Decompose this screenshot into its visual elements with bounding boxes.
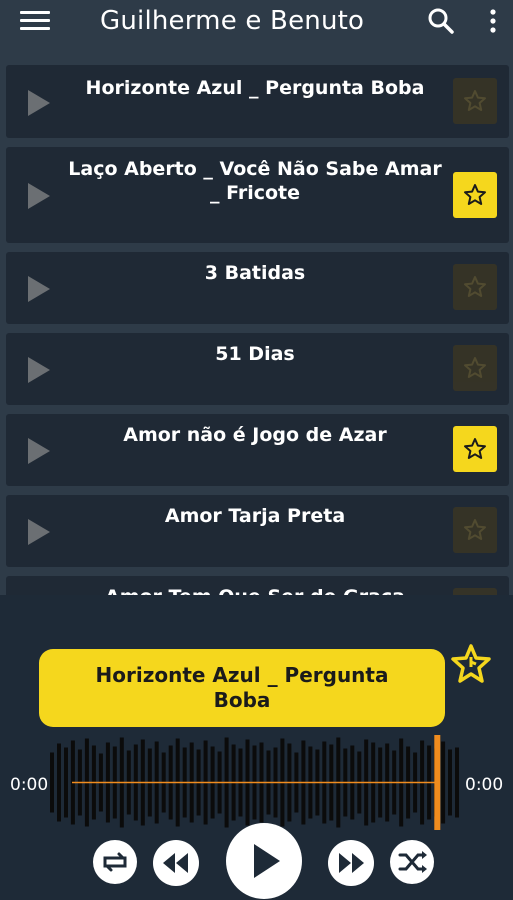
favorite-button[interactable] bbox=[453, 78, 497, 124]
waveform-bar bbox=[64, 747, 68, 818]
song-title: Amor não é Jogo de Azar bbox=[123, 424, 387, 446]
favorite-button[interactable] bbox=[453, 264, 497, 310]
list-item[interactable]: Amor Tarja Preta bbox=[6, 495, 509, 567]
play-icon[interactable] bbox=[28, 90, 50, 116]
star-icon bbox=[464, 276, 486, 297]
waveform-bar bbox=[455, 747, 459, 818]
menu-icon[interactable] bbox=[20, 11, 50, 33]
list-item[interactable]: Amor não é Jogo de Azar bbox=[6, 414, 509, 486]
list-item[interactable]: 3 Batidas bbox=[6, 252, 509, 324]
star-icon bbox=[464, 184, 486, 205]
total-time: 0:00 bbox=[465, 775, 504, 795]
favorite-button[interactable] bbox=[453, 588, 497, 595]
search-icon[interactable] bbox=[427, 7, 455, 35]
player-panel: Horizonte Azul _ Pergunta Boba 0:00 0:00 bbox=[0, 595, 513, 900]
play-icon[interactable] bbox=[28, 519, 50, 545]
waveform-seekbar[interactable] bbox=[50, 735, 462, 830]
list-item[interactable]: 51 Dias bbox=[6, 333, 509, 405]
more-vertical-icon[interactable] bbox=[484, 8, 502, 34]
playback-controls bbox=[0, 823, 513, 899]
song-title: Amor Tarja Preta bbox=[164, 505, 346, 527]
app-bar: Guilherme e Benuto bbox=[0, 0, 513, 46]
now-playing-title: Horizonte Azul _ Pergunta Boba bbox=[95, 663, 389, 712]
favorite-button[interactable] bbox=[453, 345, 497, 391]
list-item[interactable]: Laço Aberto _ Você Não Sabe Amar _ Frico… bbox=[6, 147, 509, 243]
play-icon[interactable] bbox=[28, 438, 50, 464]
fast-forward-icon[interactable] bbox=[327, 839, 375, 887]
song-title: 3 Batidas bbox=[204, 262, 306, 284]
list-item[interactable]: Horizonte Azul _ Pergunta Boba bbox=[6, 65, 509, 138]
rewind-icon[interactable] bbox=[152, 839, 200, 887]
app-title: Guilherme e Benuto bbox=[100, 6, 365, 36]
favorite-button[interactable] bbox=[453, 172, 497, 218]
favorite-button[interactable] bbox=[453, 507, 497, 553]
song-title: Amor Tem Que Ser de Graça bbox=[66, 585, 444, 595]
song-list[interactable]: Horizonte Azul _ Pergunta Boba Laço Aber… bbox=[6, 65, 509, 595]
song-title: Laço Aberto _ Você Não Sabe Amar _ Frico… bbox=[68, 158, 442, 204]
star-icon bbox=[464, 90, 486, 111]
play-icon[interactable] bbox=[225, 822, 303, 900]
waveform-bar bbox=[448, 749, 452, 816]
favorite-button[interactable] bbox=[453, 426, 497, 472]
play-icon[interactable] bbox=[28, 183, 50, 209]
play-icon[interactable] bbox=[28, 357, 50, 383]
now-playing-banner[interactable]: Horizonte Azul _ Pergunta Boba bbox=[39, 649, 445, 727]
song-title: 51 Dias bbox=[215, 343, 295, 365]
waveform-bar bbox=[50, 752, 54, 813]
elapsed-time: 0:00 bbox=[10, 775, 49, 795]
star-icon bbox=[464, 519, 486, 540]
song-title: Horizonte Azul _ Pergunta Boba bbox=[85, 77, 425, 99]
seek-handle[interactable] bbox=[434, 735, 441, 830]
star-icon bbox=[464, 438, 486, 459]
repeat-icon[interactable] bbox=[92, 839, 138, 885]
waveform-bar bbox=[57, 743, 61, 822]
list-item[interactable]: Amor Tem Que Ser de Graça bbox=[6, 576, 509, 595]
waveform-bar bbox=[441, 741, 446, 824]
shuffle-icon[interactable] bbox=[389, 839, 435, 885]
play-icon[interactable] bbox=[28, 276, 50, 302]
star-icon bbox=[464, 357, 486, 378]
star-icon[interactable] bbox=[450, 643, 492, 685]
